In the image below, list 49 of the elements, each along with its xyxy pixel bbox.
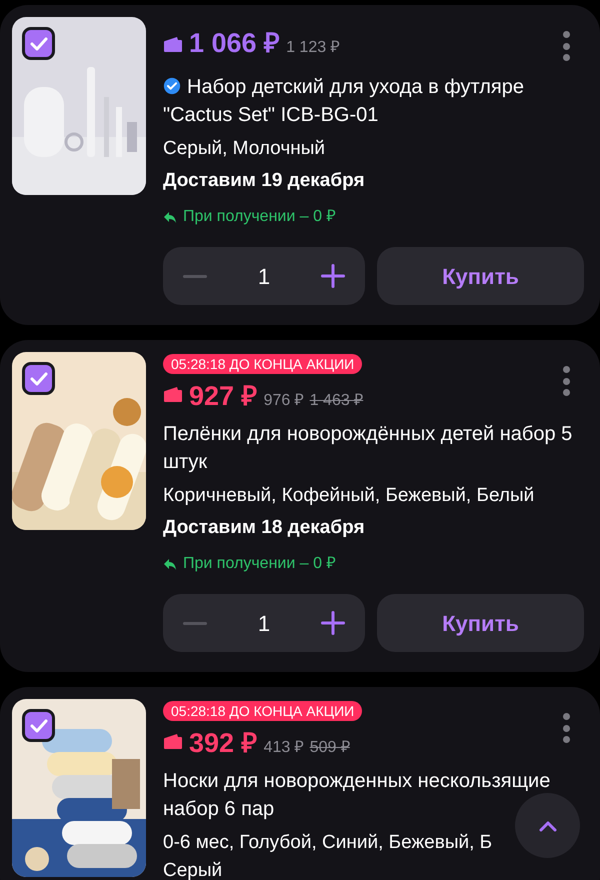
- chevron-up-icon: [538, 820, 556, 832]
- product-colors: Серый: [163, 859, 224, 880]
- return-arrow-icon: [163, 558, 177, 570]
- buy-button[interactable]: Купить: [377, 594, 584, 652]
- quantity-value: 1: [258, 610, 270, 638]
- old-price: 1 123 ₽: [286, 38, 340, 58]
- product-title: Пелёнки для новорождённых детей набор 5 штук: [163, 422, 574, 475]
- product-title: Набор детский для ухода в футляре "Cactus Set" ICB-BG-01: [163, 75, 525, 128]
- verified-badge-icon: [163, 77, 181, 95]
- quantity-stepper[interactable]: 1: [163, 247, 365, 305]
- more-options-icon[interactable]: [562, 31, 570, 61]
- old-price: 509 ₽: [310, 738, 350, 758]
- product-colors: Коричневый, Кофейный, Бежевый, Белый: [163, 484, 536, 508]
- product-colors: Серый, Молочный: [163, 137, 326, 161]
- product-title: Носки для новорожденных нескользящие набор 6 пар: [163, 769, 552, 822]
- return-info: При получении – 0 ₽: [183, 207, 336, 227]
- quantity-value: 1: [258, 262, 270, 290]
- plus-icon: [321, 611, 345, 635]
- promo-timer-badge: 05:28:18 ДО КОНЦА АКЦИИ: [163, 701, 362, 721]
- more-options-icon[interactable]: [562, 366, 570, 396]
- checkmark-icon: [30, 36, 48, 50]
- old-price: 976 ₽: [264, 391, 304, 411]
- minus-icon: [183, 622, 207, 624]
- checkbox[interactable]: [22, 27, 55, 60]
- old-price: 413 ₽: [264, 738, 304, 758]
- more-options-icon[interactable]: [562, 713, 570, 743]
- return-info: При получении – 0 ₽: [183, 554, 336, 574]
- quantity-stepper[interactable]: 1: [163, 594, 365, 652]
- wallet-icon: [163, 36, 183, 52]
- checkbox[interactable]: [22, 709, 55, 742]
- checkbox[interactable]: [22, 362, 55, 395]
- price: 927 ₽: [189, 380, 258, 413]
- minus-icon: [183, 274, 207, 278]
- promo-timer-badge: 05:28:18 ДО КОНЦА АКЦИИ: [163, 354, 362, 374]
- price: 392 ₽: [189, 727, 258, 760]
- delivery-date: Доставим 19 декабря: [163, 169, 366, 193]
- delivery-date: Доставим 18 декабря: [163, 516, 366, 540]
- wallet-icon: [163, 386, 183, 402]
- increase-button[interactable]: [319, 262, 347, 290]
- plus-icon: [321, 264, 345, 288]
- increase-button[interactable]: [319, 609, 347, 637]
- buy-button[interactable]: Купить: [377, 247, 584, 305]
- old-price: 1 463 ₽: [310, 391, 364, 411]
- checkmark-icon: [30, 372, 48, 386]
- price: 1 066 ₽: [189, 27, 280, 60]
- return-arrow-icon: [163, 210, 177, 224]
- checkmark-icon: [30, 718, 48, 732]
- wallet-icon: [163, 733, 183, 749]
- product-colors: 0-6 мес, Голубой, Синий, Бежевый, Б: [163, 831, 494, 855]
